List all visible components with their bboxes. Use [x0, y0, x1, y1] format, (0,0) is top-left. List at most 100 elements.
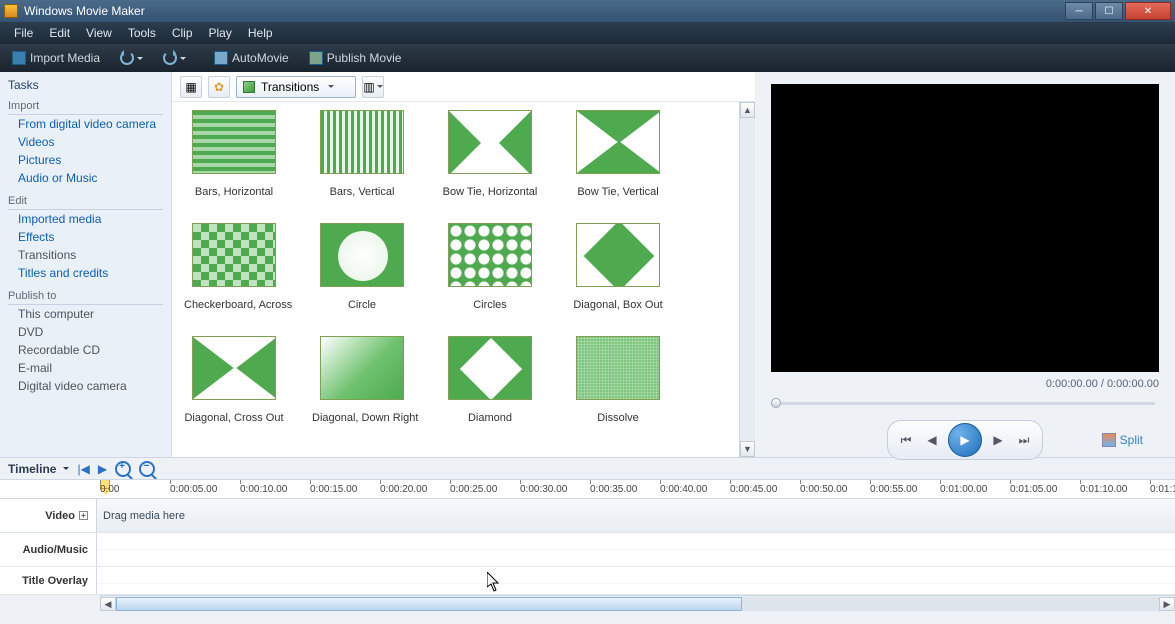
task-effects[interactable]: Effects: [8, 228, 163, 246]
transition-item[interactable]: Circles: [440, 223, 540, 312]
split-button[interactable]: Split: [1102, 433, 1143, 447]
gallery-scrollbar[interactable]: ▲ ▼: [739, 102, 755, 457]
task-from-camera[interactable]: From digital video camera: [8, 115, 163, 133]
zoom-in-button[interactable]: [115, 461, 131, 477]
publish-cd[interactable]: Recordable CD: [8, 341, 163, 359]
transition-item[interactable]: Bars, Horizontal: [184, 110, 284, 199]
transition-item[interactable]: Checkerboard, Across: [184, 223, 284, 312]
expand-video-button[interactable]: +: [79, 511, 88, 520]
hscroll-left-button[interactable]: ◀: [100, 597, 116, 611]
location-dropdown[interactable]: Transitions: [236, 76, 356, 98]
transition-label: Bow Tie, Vertical: [568, 186, 668, 198]
ruler-tick: 0:00:35.00: [590, 484, 660, 495]
task-pictures[interactable]: Pictures: [8, 151, 163, 169]
timeline-toolbar: Timeline |◀ ▶: [0, 457, 1175, 479]
task-transitions[interactable]: Transitions: [8, 246, 163, 264]
redo-button[interactable]: [157, 49, 192, 67]
menu-bar: File Edit View Tools Clip Play Help: [0, 22, 1175, 44]
timeline-hscrollbar[interactable]: ◀ ▶: [100, 595, 1175, 611]
ruler-tick: 0:00:55.00: [870, 484, 940, 495]
timeline-view-dropdown[interactable]: Timeline: [8, 462, 69, 476]
video-track[interactable]: Drag media here: [96, 499, 1175, 532]
ruler-tick: 0:01:15.00: [1150, 484, 1175, 495]
menu-help[interactable]: Help: [240, 24, 281, 42]
transition-item[interactable]: Diagonal, Cross Out: [184, 336, 284, 425]
menu-play[interactable]: Play: [201, 24, 240, 42]
transition-item[interactable]: Bow Tie, Horizontal: [440, 110, 540, 199]
title-bar[interactable]: Windows Movie Maker ─ ☐ ✕: [0, 0, 1175, 22]
transition-item[interactable]: Diagonal, Down Right: [312, 336, 412, 425]
publish-camera[interactable]: Digital video camera: [8, 377, 163, 395]
transition-thumb: [448, 223, 532, 287]
task-imported-media[interactable]: Imported media: [8, 210, 163, 228]
scroll-down-button[interactable]: ▼: [740, 441, 755, 457]
menu-file[interactable]: File: [6, 24, 41, 42]
hscroll-right-button[interactable]: ▶: [1159, 597, 1175, 611]
import-media-button[interactable]: Import Media: [6, 49, 106, 67]
transitions-icon: [243, 81, 255, 93]
publish-icon: [309, 51, 323, 65]
task-audio[interactable]: Audio or Music: [8, 169, 163, 187]
step-back-button[interactable]: ◀: [922, 430, 942, 450]
location-label: Transitions: [261, 80, 319, 94]
audio-track[interactable]: [96, 533, 1175, 566]
publish-this-computer[interactable]: This computer: [8, 305, 163, 323]
seek-handle[interactable]: [771, 398, 781, 408]
seek-bar[interactable]: [771, 396, 1159, 410]
ruler-tick: 0:00:10.00: [240, 484, 310, 495]
menu-tools[interactable]: Tools: [120, 24, 164, 42]
publish-movie-button[interactable]: Publish Movie: [303, 49, 408, 67]
scroll-up-button[interactable]: ▲: [740, 102, 755, 118]
hscroll-thumb[interactable]: [116, 597, 742, 611]
prev-frame-button[interactable]: ⏮: [896, 430, 916, 450]
title-overlay-track[interactable]: [96, 567, 1175, 594]
play-button[interactable]: ▶: [948, 423, 982, 457]
maximize-button[interactable]: ☐: [1095, 2, 1123, 20]
close-button[interactable]: ✕: [1125, 2, 1171, 20]
transition-item[interactable]: Bow Tie, Vertical: [568, 110, 668, 199]
automovie-label: AutoMovie: [232, 51, 289, 65]
menu-edit[interactable]: Edit: [41, 24, 78, 42]
transition-label: Bars, Horizontal: [184, 186, 284, 198]
publish-email[interactable]: E-mail: [8, 359, 163, 377]
preview-timecode: 0:00:00.00 / 0:00:00.00: [771, 378, 1159, 390]
transition-item[interactable]: Dissolve: [568, 336, 668, 425]
transition-item[interactable]: Bars, Vertical: [312, 110, 412, 199]
split-label: Split: [1120, 433, 1143, 447]
collection-toolbar: ▦ ✿ Transitions ▥: [172, 72, 755, 102]
transition-item[interactable]: Circle: [312, 223, 412, 312]
automovie-icon: [214, 51, 228, 65]
next-frame-button[interactable]: ⏭: [1014, 430, 1034, 450]
import-media-label: Import Media: [30, 51, 100, 65]
view-options-button[interactable]: ▥: [362, 76, 384, 98]
view-thumbnails-button[interactable]: ▦: [180, 76, 202, 98]
timeline-ruler[interactable]: 0.000:00:05.000:00:10.000:00:15.000:00:2…: [0, 479, 1175, 499]
automovie-button[interactable]: AutoMovie: [208, 49, 295, 67]
menu-view[interactable]: View: [78, 24, 120, 42]
window-title: Windows Movie Maker: [24, 4, 1063, 18]
transition-item[interactable]: Diagonal, Box Out: [568, 223, 668, 312]
transition-label: Circles: [440, 299, 540, 311]
transition-item[interactable]: Diamond: [440, 336, 540, 425]
minimize-button[interactable]: ─: [1065, 2, 1093, 20]
transition-label: Bow Tie, Horizontal: [440, 186, 540, 198]
step-forward-button[interactable]: ▶: [988, 430, 1008, 450]
publish-dvd[interactable]: DVD: [8, 323, 163, 341]
zoom-out-button[interactable]: [139, 461, 155, 477]
transition-thumb: [448, 110, 532, 174]
rewind-button[interactable]: |◀: [77, 462, 89, 476]
ruler-tick: 0.00: [100, 484, 170, 495]
menu-clip[interactable]: Clip: [164, 24, 201, 42]
task-videos[interactable]: Videos: [8, 133, 163, 151]
chevron-down-icon: [377, 85, 383, 91]
track-audio-label: Audio/Music: [23, 544, 88, 556]
undo-button[interactable]: [114, 49, 149, 67]
section-edit: Edit: [8, 195, 163, 210]
ruler-tick: 0:00:05.00: [170, 484, 240, 495]
ruler-tick: 0:00:45.00: [730, 484, 800, 495]
preview-monitor[interactable]: [771, 84, 1159, 372]
tl-play-button[interactable]: ▶: [98, 462, 107, 476]
task-titles-credits[interactable]: Titles and credits: [8, 264, 163, 282]
app-icon: [4, 4, 18, 18]
new-folder-button[interactable]: ✿: [208, 76, 230, 98]
